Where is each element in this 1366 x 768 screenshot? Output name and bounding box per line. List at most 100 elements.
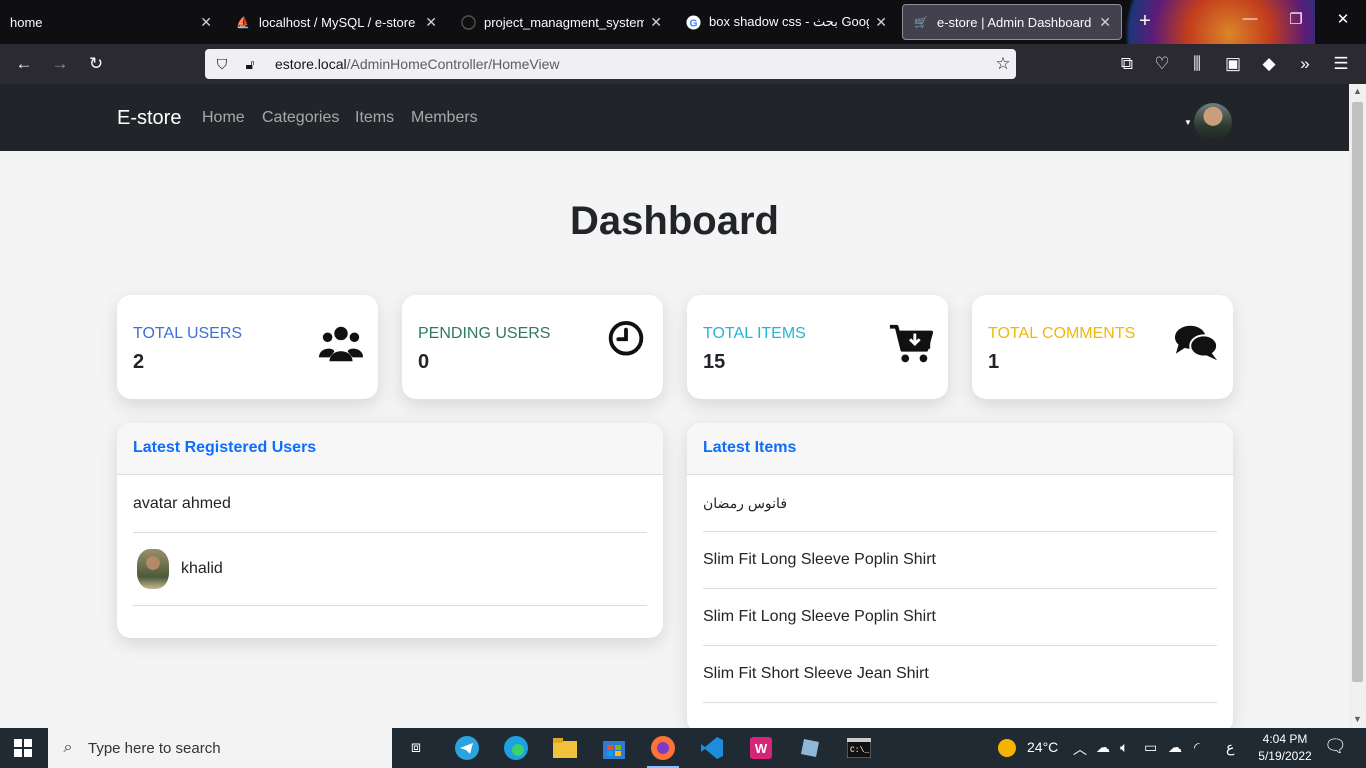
stat-card-total-users: TOTAL USERS 2 <box>117 295 378 399</box>
stat-card-total-comments: TOTAL COMMENTS 1 <box>972 295 1233 399</box>
wampserver-icon[interactable]: W <box>747 734 775 762</box>
latest-users-panel: Latest Registered Users avatar ahmed kha… <box>117 423 663 638</box>
file-explorer-icon[interactable] <box>551 734 579 762</box>
stat-card-pending-users: PENDING USERS 0 <box>402 295 663 399</box>
overflow-chevron-icon[interactable]: » <box>1294 54 1316 74</box>
close-icon[interactable]: ✕ <box>425 14 437 31</box>
list-item[interactable]: khalid <box>133 533 647 606</box>
stat-card-total-items: TOTAL ITEMS 15 <box>687 295 948 399</box>
panel-title: Latest Items <box>687 423 1233 475</box>
scroll-down-icon[interactable]: ▼ <box>1349 714 1366 724</box>
svg-text:C:\_: C:\_ <box>850 746 869 755</box>
windows-taskbar: ⌕ Type here to search ⧈ W C:\_ 24°C ︿ ☁ … <box>0 728 1366 768</box>
avatar[interactable] <box>1194 103 1232 141</box>
browser-tab-strip: home ✕ ⛵ localhost / MySQL / e-store / u… <box>0 0 1366 84</box>
comments-icon <box>1174 325 1219 361</box>
microsoft-store-icon[interactable] <box>600 734 628 762</box>
weather-temperature[interactable]: 24°C <box>1027 739 1058 755</box>
browser-tab-github[interactable]: project_managment_system/Us ✕ <box>450 4 672 40</box>
page-title: Dashboard <box>570 199 779 243</box>
taskbar-search-input[interactable]: ⌕ Type here to search <box>48 728 392 768</box>
browser-tab-home[interactable]: home ✕ <box>0 4 222 40</box>
nav-members[interactable]: Members <box>411 109 478 127</box>
pocket-icon[interactable]: ♡ <box>1151 54 1173 74</box>
browser-tab-estore[interactable]: 🛒 e-store | Admin Dashboard ✕ <box>902 4 1122 40</box>
stat-value: 15 <box>703 351 726 373</box>
library-icon[interactable]: ⫼ <box>1186 54 1208 74</box>
user-avatar <box>137 549 169 589</box>
nav-categories[interactable]: Categories <box>262 109 339 127</box>
language-indicator[interactable]: ع <box>1226 739 1234 756</box>
reload-icon[interactable]: ↻ <box>85 54 107 74</box>
page-viewport: E-store Home Categories Items Members ▼ … <box>0 84 1349 728</box>
close-icon[interactable]: ✕ <box>875 14 887 31</box>
address-bar[interactable]: ⛉ 🔓︎ estore.local/AdminHomeController/Ho… <box>205 49 1016 79</box>
clock-icon <box>608 321 644 356</box>
caret-down-icon[interactable]: ▼ <box>1184 118 1192 127</box>
back-arrow-icon[interactable]: ← <box>13 54 35 74</box>
menu-hamburger-icon[interactable]: ☰ <box>1330 54 1352 74</box>
phpmyadmin-icon: ⛵ <box>236 16 250 29</box>
extensions-icon[interactable]: ⧉ <box>1116 54 1138 74</box>
latest-items-panel: Latest Items فانوس رمضان Slim Fit Long S… <box>687 423 1233 728</box>
clock[interactable]: 4:04 PM 5/19/2022 <box>1250 731 1320 765</box>
cloud-sync-icon[interactable]: ☁ <box>1168 739 1182 756</box>
panel-title: Latest Registered Users <box>117 423 663 475</box>
site-navbar: E-store Home Categories Items Members ▼ <box>0 84 1349 151</box>
page-scrollbar[interactable]: ▲ ▼ <box>1349 84 1366 728</box>
stat-label: TOTAL USERS <box>133 325 243 342</box>
notifications-icon[interactable]: 🗨︎ <box>1324 736 1347 757</box>
stat-label: TOTAL COMMENTS <box>988 325 1136 342</box>
weather-sun-icon[interactable] <box>997 738 1017 761</box>
wifi-icon[interactable]: ◜ <box>1194 739 1199 756</box>
shield-icon[interactable]: ⛉ <box>211 56 233 73</box>
google-icon: G <box>685 14 701 30</box>
windows-start-icon[interactable] <box>14 739 32 757</box>
github-icon <box>460 14 476 30</box>
browser-toolbar: ← → ↻ ⛉ 🔓︎ estore.local/AdminHomeControl… <box>0 44 1366 84</box>
scroll-up-icon[interactable]: ▲ <box>1349 86 1366 96</box>
scrollbar-thumb[interactable] <box>1352 102 1363 682</box>
battery-icon[interactable]: ▭ <box>1144 739 1157 756</box>
close-icon[interactable]: ✕ <box>650 14 662 31</box>
stat-value: 2 <box>133 351 145 373</box>
insecure-lock-icon[interactable]: 🔓︎ <box>239 56 261 73</box>
volume-icon[interactable]: 🔈︎ <box>1120 739 1128 756</box>
list-item[interactable]: Slim Fit Short Sleeve Jean Shirt <box>703 646 1217 703</box>
terminal-icon[interactable]: C:\_ <box>845 734 873 762</box>
telegram-icon[interactable] <box>453 734 481 762</box>
new-tab-button[interactable]: + <box>1134 10 1156 33</box>
stat-label: PENDING USERS <box>418 325 551 342</box>
nav-home[interactable]: Home <box>202 109 245 127</box>
list-item[interactable]: Slim Fit Long Sleeve Poplin Shirt <box>703 589 1217 646</box>
minimize-button[interactable]: — <box>1239 10 1261 27</box>
users-icon <box>318 326 364 362</box>
browser-tab-google[interactable]: G box shadow css - بحث Google ✕ <box>675 4 897 40</box>
stat-value: 1 <box>988 351 1000 373</box>
nav-items[interactable]: Items <box>355 109 394 127</box>
restore-button[interactable]: ❐ <box>1285 10 1307 28</box>
list-item[interactable]: avatar ahmed <box>133 475 647 533</box>
vscode-icon[interactable] <box>698 734 726 762</box>
cart-download-icon <box>889 324 934 363</box>
app-tile-icon[interactable] <box>796 734 824 762</box>
extension-globe-icon[interactable]: ◆ <box>1258 54 1280 74</box>
stat-value: 0 <box>418 351 430 373</box>
brand-link[interactable]: E-store <box>117 107 181 130</box>
window-close-button[interactable]: ✕ <box>1332 10 1354 28</box>
close-icon[interactable]: ✕ <box>200 14 212 31</box>
list-item[interactable]: فانوس رمضان <box>703 475 1217 532</box>
firefox-icon[interactable] <box>647 734 679 768</box>
sidebar-icon[interactable]: ▣ <box>1222 54 1244 74</box>
onedrive-icon[interactable]: ☁ <box>1096 739 1110 756</box>
stat-label: TOTAL ITEMS <box>703 325 806 342</box>
list-item[interactable]: Slim Fit Long Sleeve Poplin Shirt <box>703 532 1217 589</box>
browser-tab-phpmyadmin[interactable]: ⛵ localhost / MySQL / e-store / us ✕ <box>225 4 447 40</box>
bookmark-star-icon[interactable]: ☆ <box>990 54 1016 74</box>
task-view-icon[interactable]: ⧈ <box>402 734 430 762</box>
forward-arrow-icon[interactable]: → <box>49 54 71 74</box>
svg-text:W: W <box>755 741 768 756</box>
url-text[interactable]: estore.local/AdminHomeController/HomeVie… <box>275 56 990 72</box>
edge-icon[interactable] <box>502 734 530 762</box>
chevron-up-icon[interactable]: ︿ <box>1073 739 1087 759</box>
